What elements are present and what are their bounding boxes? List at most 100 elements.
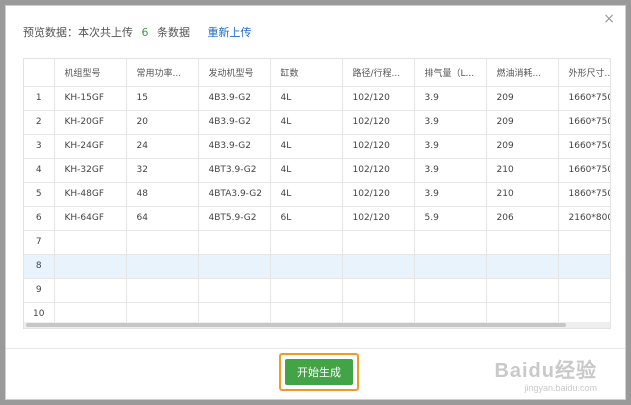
column-header[interactable]: 排气量（L...	[414, 59, 487, 87]
upload-summary: 预览数据：本次共上传 6 条数据 重新上传	[23, 24, 252, 40]
table-cell[interactable]: 1860*750	[558, 182, 610, 207]
table-cell[interactable]: 4B3.9-G2	[198, 86, 271, 111]
table-cell[interactable]	[198, 230, 271, 255]
table-cell[interactable]: 4L	[270, 182, 343, 207]
table-cell[interactable]: 210	[486, 182, 559, 207]
table-cell[interactable]: 1660*750	[558, 134, 610, 159]
table-cell[interactable]: 102/120	[342, 206, 415, 231]
table-cell[interactable]: 4B3.9-G2	[198, 110, 271, 135]
table-cell[interactable]: 209	[486, 134, 559, 159]
table-cell[interactable]: KH-32GF	[54, 158, 127, 183]
table-cell[interactable]: 3.9	[414, 134, 487, 159]
table-cell[interactable]: KH-20GF	[54, 110, 127, 135]
column-header[interactable]: 燃油消耗...	[486, 59, 559, 87]
preview-table: 机组型号 常用功率... 发动机型号 缸数 路径/行程... 排气量（L... 燃油消耗..…	[24, 59, 610, 327]
table-cell[interactable]: 48	[126, 182, 199, 207]
column-header[interactable]: 发动机型号	[198, 59, 271, 87]
table-cell[interactable]: 102/120	[342, 110, 415, 135]
table-cell[interactable]: KH-24GF	[54, 134, 127, 159]
table-cell[interactable]	[342, 230, 415, 255]
table-row[interactable]: 4 KH-32GF 32 4BT3.9-G2 4L 102/120 3.9 210 1660*7…	[24, 158, 610, 183]
table-cell[interactable]: 4B3.9-G2	[198, 134, 271, 159]
table-cell[interactable]	[126, 230, 199, 255]
column-header[interactable]: 路径/行程...	[342, 59, 415, 87]
row-index-cell: 1	[24, 86, 55, 111]
close-icon[interactable]: ×	[603, 12, 615, 26]
table-row[interactable]: 3 KH-24GF 24 4B3.9-G2 4L 102/120 3.9 209 1660*75…	[24, 134, 610, 159]
table-cell[interactable]	[198, 278, 271, 303]
table-cell[interactable]: 210	[486, 158, 559, 183]
preview-table-container: 机组型号 常用功率... 发动机型号 缸数 路径/行程... 排气量（L... 燃油消耗..…	[23, 58, 611, 329]
table-cell[interactable]: 3.9	[414, 110, 487, 135]
table-row[interactable]: 2 KH-20GF 20 4B3.9-G2 4L 102/120 3.9 209 1660*75…	[24, 110, 610, 135]
column-header[interactable]: 机组型号	[54, 59, 127, 87]
table-row[interactable]: 8	[24, 254, 610, 279]
table-row[interactable]: 5 KH-48GF 48 4BTA3.9-G2 4L 102/120 3.9 210 1860*…	[24, 182, 610, 207]
table-cell[interactable]	[270, 230, 343, 255]
table-cell[interactable]	[54, 278, 127, 303]
table-cell[interactable]: 209	[486, 86, 559, 111]
table-cell[interactable]: 64	[126, 206, 199, 231]
reupload-link[interactable]: 重新上传	[208, 26, 252, 39]
table-cell[interactable]	[198, 254, 271, 279]
table-cell[interactable]: 4L	[270, 134, 343, 159]
table-cell[interactable]: 4BT5.9-G2	[198, 206, 271, 231]
table-cell[interactable]: 20	[126, 110, 199, 135]
table-cell[interactable]: 15	[126, 86, 199, 111]
column-header[interactable]: 外形尺寸...	[558, 59, 610, 87]
table-cell[interactable]	[126, 254, 199, 279]
horizontal-scrollbar[interactable]	[24, 322, 610, 328]
table-cell[interactable]	[54, 254, 127, 279]
table-cell[interactable]	[342, 278, 415, 303]
table-cell[interactable]: 1660*750	[558, 158, 610, 183]
table-cell[interactable]	[558, 230, 610, 255]
table-cell[interactable]: 32	[126, 158, 199, 183]
scrollbar-thumb[interactable]	[26, 323, 566, 327]
table-cell[interactable]: 2160*800	[558, 206, 610, 231]
table-cell[interactable]	[486, 278, 559, 303]
table-cell[interactable]	[54, 230, 127, 255]
table-row[interactable]: 6 KH-64GF 64 4BT5.9-G2 6L 102/120 5.9 206 2160*8…	[24, 206, 610, 231]
table-cell[interactable]: KH-48GF	[54, 182, 127, 207]
start-generate-button[interactable]: 开始生成	[285, 359, 353, 385]
table-cell[interactable]: 24	[126, 134, 199, 159]
table-cell[interactable]: 3.9	[414, 86, 487, 111]
column-header[interactable]: 常用功率...	[126, 59, 199, 87]
table-cell[interactable]	[126, 278, 199, 303]
table-cell[interactable]	[414, 278, 487, 303]
table-cell[interactable]: 1660*750	[558, 86, 610, 111]
column-header-index[interactable]	[24, 59, 55, 87]
table-cell[interactable]	[414, 254, 487, 279]
table-cell[interactable]	[558, 278, 610, 303]
table-cell[interactable]	[558, 254, 610, 279]
table-cell[interactable]: 5.9	[414, 206, 487, 231]
table-cell[interactable]: 4L	[270, 86, 343, 111]
table-cell[interactable]	[486, 230, 559, 255]
table-row[interactable]: 1 KH-15GF 15 4B3.9-G2 4L 102/120 3.9 209 1660*75…	[24, 86, 610, 111]
table-cell[interactable]: 102/120	[342, 134, 415, 159]
table-cell[interactable]: 4BT3.9-G2	[198, 158, 271, 183]
table-cell[interactable]: 102/120	[342, 158, 415, 183]
table-cell[interactable]: 206	[486, 206, 559, 231]
table-cell[interactable]: KH-64GF	[54, 206, 127, 231]
table-cell[interactable]: 4BTA3.9-G2	[198, 182, 271, 207]
table-cell[interactable]: 102/120	[342, 182, 415, 207]
table-cell[interactable]: KH-15GF	[54, 86, 127, 111]
table-row[interactable]: 9	[24, 278, 610, 303]
row-index-cell: 9	[24, 278, 55, 303]
table-row[interactable]: 7	[24, 230, 610, 255]
table-cell[interactable]: 4L	[270, 158, 343, 183]
table-cell[interactable]: 1660*750	[558, 110, 610, 135]
table-cell[interactable]: 3.9	[414, 182, 487, 207]
table-cell[interactable]	[414, 230, 487, 255]
table-cell[interactable]: 102/120	[342, 86, 415, 111]
table-cell[interactable]: 209	[486, 110, 559, 135]
table-cell[interactable]	[342, 254, 415, 279]
table-cell[interactable]: 3.9	[414, 158, 487, 183]
table-cell[interactable]: 6L	[270, 206, 343, 231]
table-cell[interactable]	[270, 278, 343, 303]
column-header[interactable]: 缸数	[270, 59, 343, 87]
table-cell[interactable]: 4L	[270, 110, 343, 135]
table-cell[interactable]	[486, 254, 559, 279]
table-cell[interactable]	[270, 254, 343, 279]
